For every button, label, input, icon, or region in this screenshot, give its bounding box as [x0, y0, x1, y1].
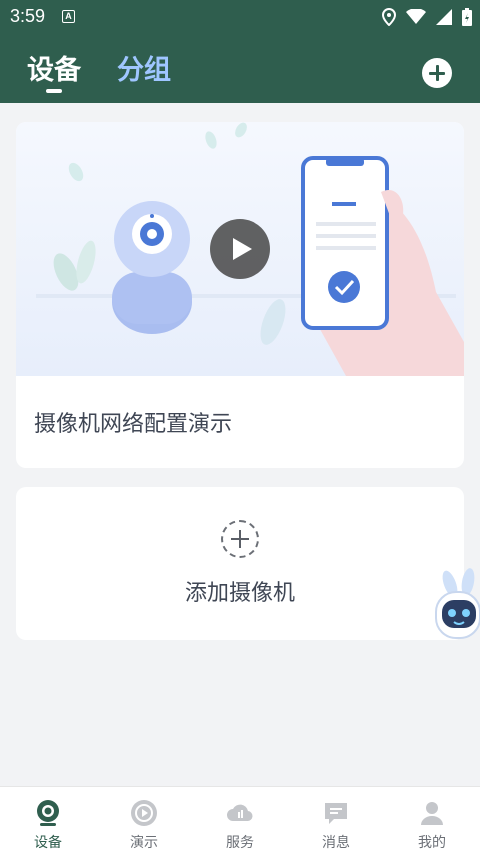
dashed-plus-icon — [221, 520, 259, 558]
tab-bar: 设备 分组 — [0, 34, 480, 103]
location-icon — [382, 8, 396, 26]
tab-devices[interactable]: 设备 — [27, 48, 81, 87]
tab-active-indicator — [46, 89, 62, 93]
demo-title: 摄像机网络配置演示 — [34, 412, 233, 437]
play-icon[interactable] — [210, 219, 270, 279]
nav-label-me: 我的 — [418, 835, 446, 851]
notification-icon: A — [62, 10, 75, 23]
system-icons — [382, 7, 472, 27]
add-device-icon[interactable] — [422, 58, 452, 88]
wifi-icon — [406, 9, 426, 24]
demo-card[interactable]: 摄像机网络配置演示 — [16, 122, 464, 468]
cloud-icon — [227, 804, 253, 822]
tab-groups[interactable]: 分组 — [117, 48, 171, 87]
status-time: 3:59 — [10, 6, 46, 26]
battery-icon — [462, 8, 472, 26]
nav-item-me[interactable]: 我的 — [384, 787, 480, 853]
app-header: 3:59 A 设备 分组 — [0, 0, 480, 103]
demo-banner-image — [16, 122, 464, 376]
add-camera-label: 添加摄像机 — [184, 581, 295, 606]
person-icon — [421, 802, 443, 825]
bottom-nav: 设备 演示 服务 消息 我的 — [0, 786, 480, 853]
nav-label-service: 服务 — [226, 835, 254, 851]
nav-item-devices[interactable]: 设备 — [0, 787, 96, 853]
camera-icon — [37, 800, 59, 826]
status-bar: 3:59 A — [0, 0, 480, 34]
nav-item-demo[interactable]: 演示 — [96, 787, 192, 853]
add-camera-card[interactable]: 添加摄像机 — [16, 487, 464, 640]
nav-item-service[interactable]: 服务 — [192, 787, 288, 853]
assistant-robot-icon[interactable] — [432, 566, 480, 650]
message-icon — [325, 803, 347, 824]
nav-label-devices: 设备 — [34, 835, 62, 851]
signal-icon — [436, 9, 452, 25]
nav-label-messages: 消息 — [322, 835, 350, 851]
nav-label-demo: 演示 — [130, 835, 158, 851]
play-circle-icon — [131, 800, 157, 826]
nav-item-messages[interactable]: 消息 — [288, 787, 384, 853]
